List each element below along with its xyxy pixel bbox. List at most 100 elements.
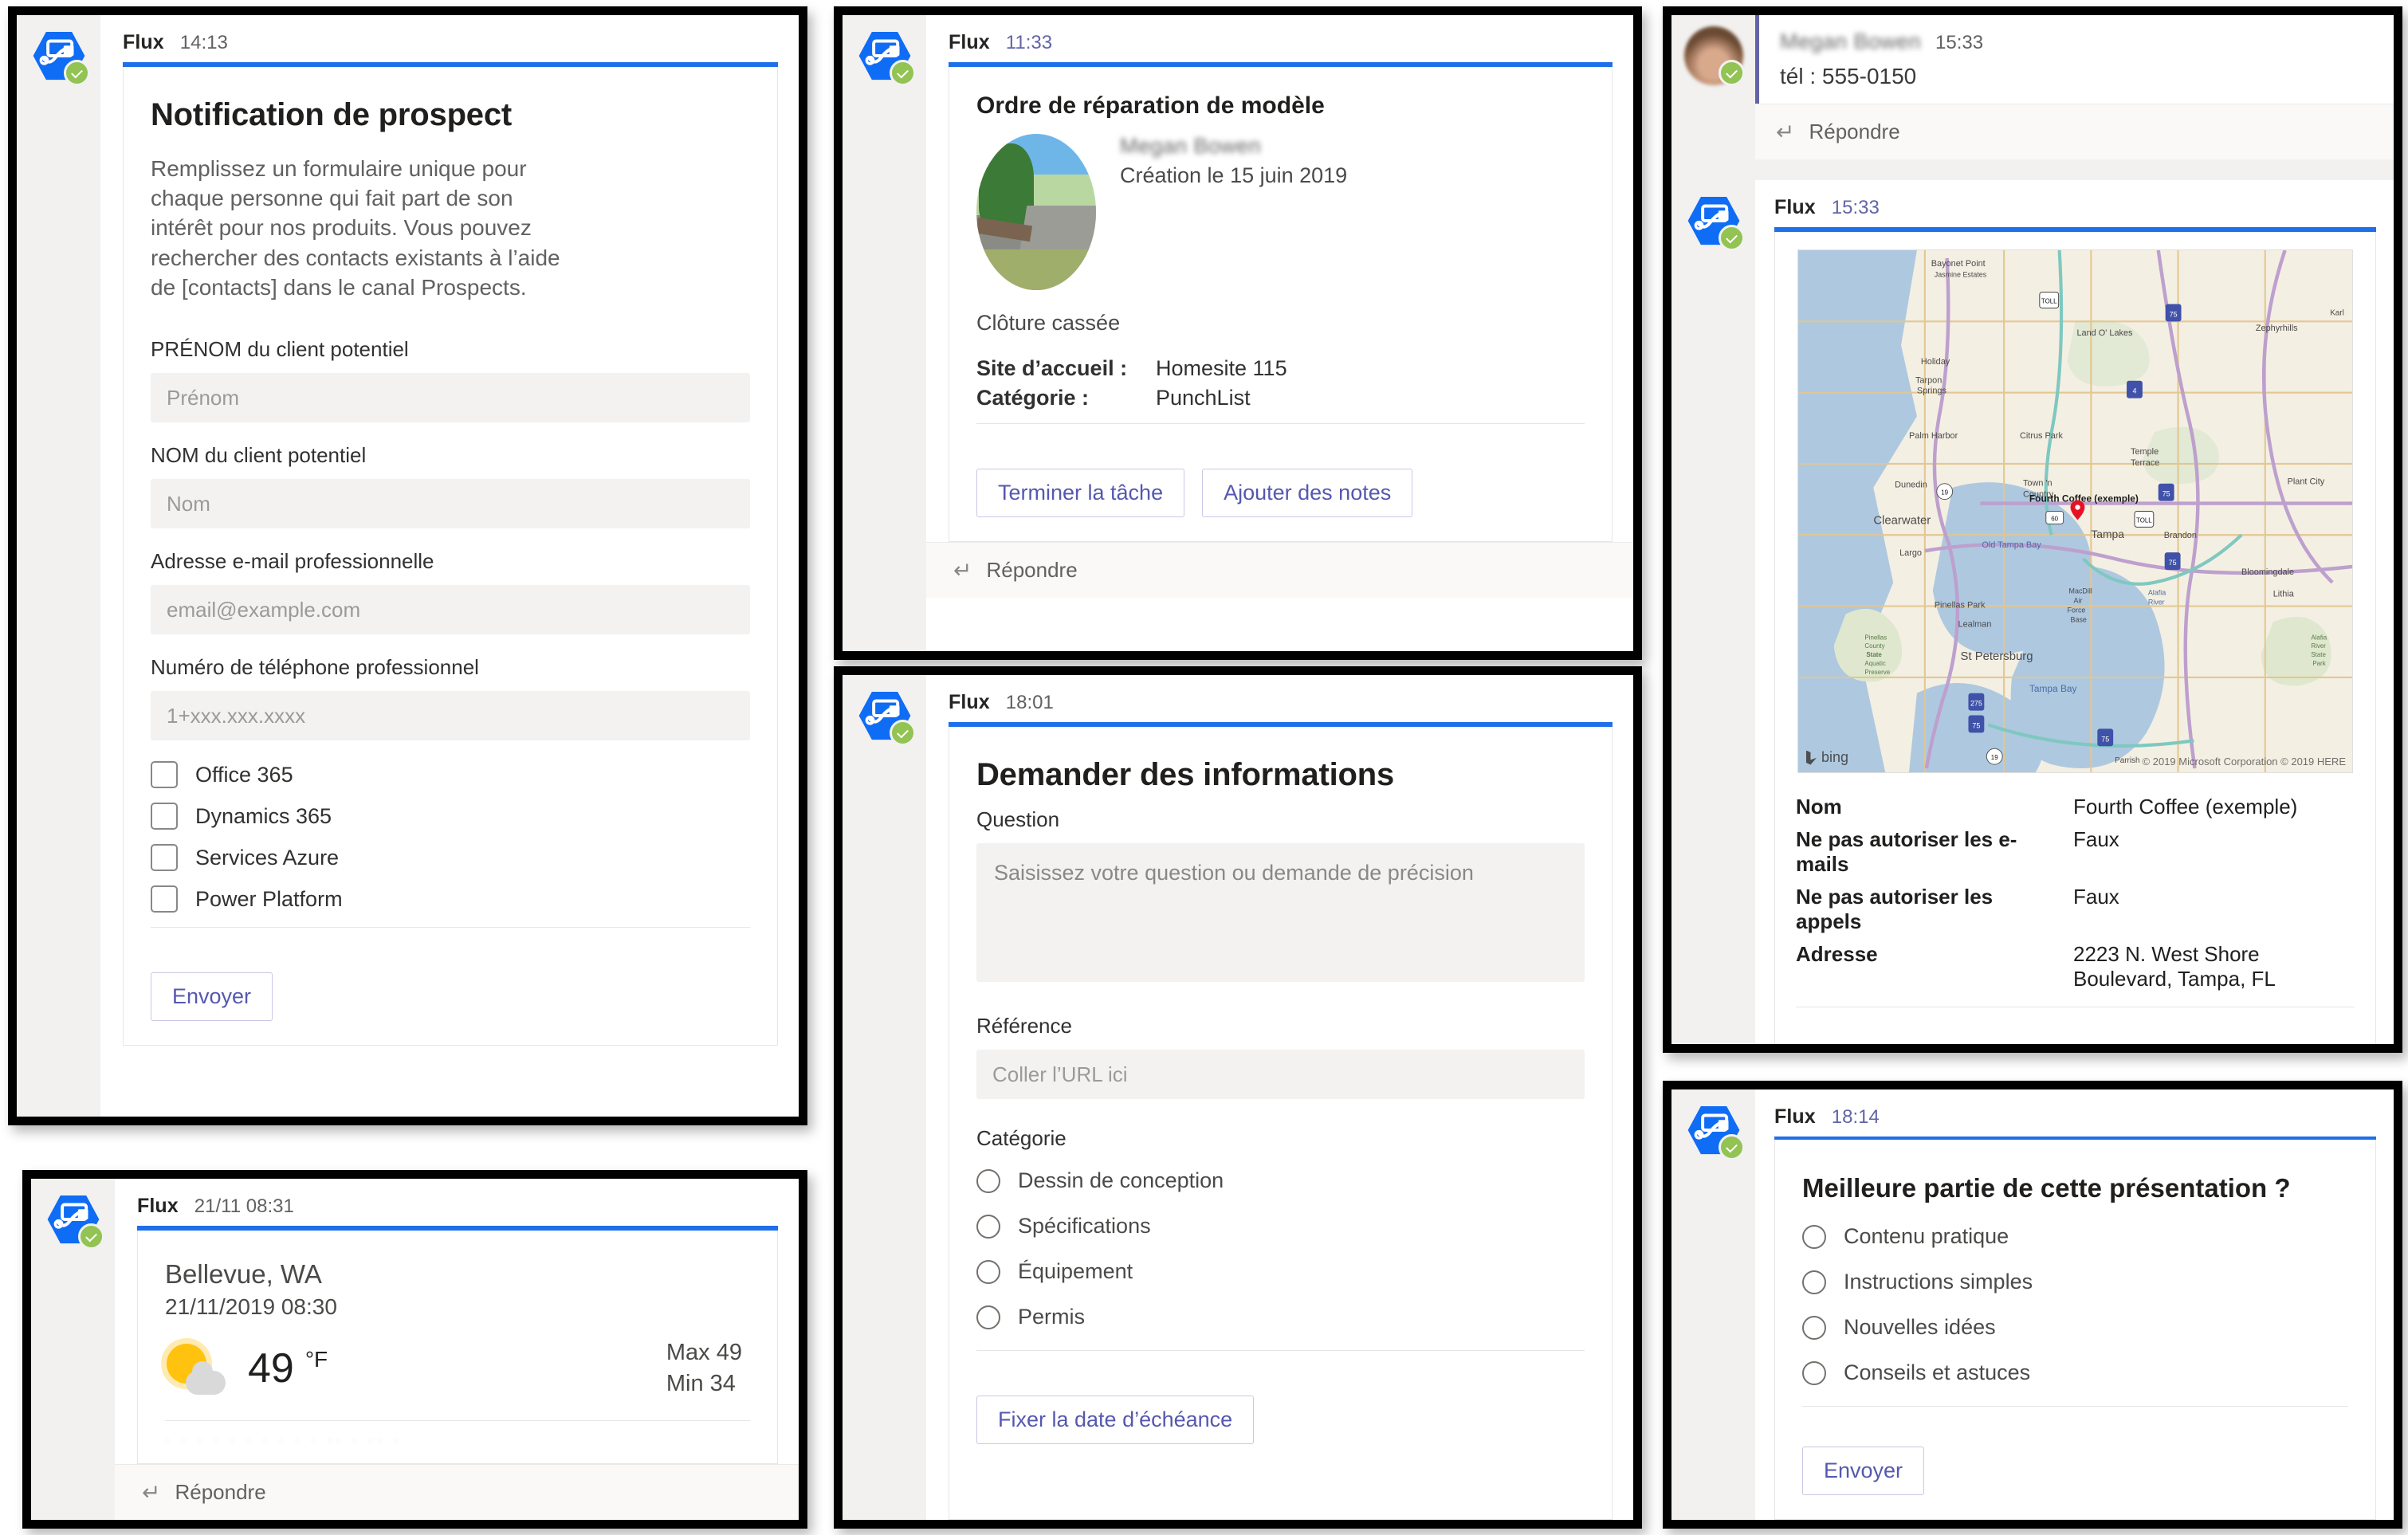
poll-option-new-ideas[interactable]: Nouvelles idées bbox=[1802, 1315, 2348, 1340]
svg-text:75: 75 bbox=[2169, 559, 2177, 567]
svg-text:Town 'n: Town 'n bbox=[2023, 479, 2052, 489]
svg-text:TOLL: TOLL bbox=[2041, 297, 2057, 304]
svg-text:Brandon: Brandon bbox=[2164, 531, 2197, 540]
message-timestamp: 21/11 08:31 bbox=[194, 1195, 294, 1217]
checkbox-office365[interactable]: Office 365 bbox=[151, 761, 750, 789]
svg-text:Tampa: Tampa bbox=[2091, 528, 2124, 540]
message-body: Flux 21/11 08:31 Bellevue, WA 21/11/2019… bbox=[115, 1179, 799, 1520]
reply-arrow-icon: ↵ bbox=[1776, 120, 1795, 144]
phone-input[interactable]: 1+xxx.xxx.xxxx bbox=[151, 691, 750, 741]
svg-text:Temple: Temple bbox=[2131, 447, 2159, 457]
card-description: Remplissez un formulaire unique pour cha… bbox=[151, 156, 560, 300]
radio-icon[interactable] bbox=[976, 1305, 1000, 1329]
poll-option-simple-instructions[interactable]: Instructions simples bbox=[1802, 1270, 2348, 1294]
fact-row: Catégorie : PunchList bbox=[976, 386, 1585, 410]
repair-order-panel: Flux 11:33 Ordre de réparation de modèle… bbox=[834, 6, 1642, 660]
message-timestamp: 15:33 bbox=[1831, 197, 1880, 218]
svg-text:Plant City: Plant City bbox=[2288, 477, 2325, 487]
map-image[interactable]: 75 4 75 75 75 275 75 TOLL TOLL 19 60 19 … bbox=[1797, 249, 2353, 773]
question-textarea[interactable]: Saisissez votre question ou demande de p… bbox=[976, 843, 1585, 982]
svg-text:Palm Harbor: Palm Harbor bbox=[1909, 431, 1958, 441]
checkbox-azure-services[interactable]: Services Azure bbox=[151, 844, 750, 872]
svg-text:River: River bbox=[2311, 642, 2326, 650]
message-timestamp: 18:14 bbox=[1831, 1106, 1880, 1128]
firstname-input[interactable]: Prénom bbox=[151, 373, 750, 423]
table-key: Adresse bbox=[1796, 942, 1878, 966]
message-body: Flux 11:33 Ordre de réparation de modèle… bbox=[926, 15, 1633, 651]
svg-text:Old Tampa Bay: Old Tampa Bay bbox=[1982, 540, 2041, 550]
checkbox-icon[interactable] bbox=[151, 885, 178, 913]
radio-icon[interactable] bbox=[1802, 1224, 1826, 1249]
checkbox-icon[interactable] bbox=[151, 803, 178, 830]
message-gutter bbox=[31, 1179, 115, 1520]
adaptive-card: Ordre de réparation de modèle Megan Bowe… bbox=[949, 67, 1613, 542]
reply-bar[interactable]: ↵ Répondre bbox=[926, 542, 1633, 598]
checkbox-power-platform[interactable]: Power Platform bbox=[151, 885, 750, 913]
radio-icon[interactable] bbox=[976, 1168, 1000, 1193]
svg-text:Pinellas Park: Pinellas Park bbox=[1935, 601, 1986, 610]
set-due-date-button[interactable]: Fixer la date d’échéance bbox=[976, 1396, 1255, 1444]
fact-key: Site d’accueil : bbox=[976, 356, 1128, 380]
radio-icon[interactable] bbox=[1802, 1360, 1826, 1385]
svg-text:Tarpon: Tarpon bbox=[1915, 376, 1942, 386]
fact-key: Catégorie : bbox=[976, 386, 1090, 410]
checkbox-label: Dynamics 365 bbox=[195, 803, 332, 828]
power-automate-flow-icon bbox=[1684, 1101, 1745, 1160]
message-body: Flux 18:01 Demander des informations Que… bbox=[926, 675, 1633, 1520]
quoted-message-row: Megan Bowen 15:33 tél : 555-0150 ↵ Répon… bbox=[1671, 15, 2394, 159]
poll-option-practical-content[interactable]: Contenu pratique bbox=[1802, 1224, 2348, 1249]
author-name: Megan Bowen bbox=[1120, 134, 1262, 158]
card-title: Ordre de réparation de modèle bbox=[976, 92, 1325, 119]
message-row: Flux 18:14 Meilleure partie de cette pré… bbox=[1671, 1089, 2394, 1520]
email-input[interactable]: email@example.com bbox=[151, 585, 750, 635]
radio-design-drawing[interactable]: Dessin de conception bbox=[976, 1168, 1585, 1193]
available-check-icon bbox=[1718, 225, 1745, 251]
checkbox-icon[interactable] bbox=[151, 844, 178, 872]
more-info-button[interactable]: Plus d’infos bbox=[1796, 1044, 1949, 1053]
table-value: Faux bbox=[2073, 827, 2119, 851]
reply-label: Répondre bbox=[175, 1480, 266, 1504]
message-header: Flux 18:01 bbox=[926, 675, 1633, 722]
checkbox-dynamics365[interactable]: Dynamics 365 bbox=[151, 803, 750, 830]
reply-bar[interactable]: ↵ Répondre bbox=[115, 1464, 799, 1520]
radio-permit[interactable]: Permis bbox=[976, 1305, 1585, 1329]
radio-icon[interactable] bbox=[976, 1259, 1000, 1284]
svg-text:Lithia: Lithia bbox=[2273, 590, 2295, 599]
svg-text:Aquatic: Aquatic bbox=[1864, 660, 1886, 667]
reference-input[interactable]: Coller l’URL ici bbox=[976, 1050, 1585, 1099]
reply-bar[interactable]: ↵ Répondre bbox=[1755, 104, 2394, 159]
svg-text:Holiday: Holiday bbox=[1921, 357, 1950, 367]
lastname-input[interactable]: Nom bbox=[151, 479, 750, 529]
message-gutter bbox=[1671, 1089, 1755, 1520]
radio-equipment[interactable]: Équipement bbox=[976, 1259, 1585, 1284]
map-credit: © 2019 Microsoft Corporation © 2019 HERE bbox=[2142, 756, 2346, 768]
complete-task-button[interactable]: Terminer la tâche bbox=[976, 469, 1185, 517]
submit-button[interactable]: Envoyer bbox=[151, 972, 273, 1022]
message-body: Flux 14:13 Notification de prospect Remp… bbox=[100, 15, 799, 1117]
divider bbox=[151, 927, 750, 928]
svg-text:MacDill: MacDill bbox=[2069, 587, 2092, 595]
bing-label: bing bbox=[1821, 749, 1849, 765]
available-check-icon bbox=[889, 720, 916, 746]
svg-text:4: 4 bbox=[2132, 387, 2136, 395]
add-notes-button[interactable]: Ajouter des notes bbox=[1202, 469, 1413, 517]
svg-text:State: State bbox=[2311, 651, 2326, 658]
radio-icon[interactable] bbox=[1802, 1315, 1826, 1340]
svg-text:Bayonet Point: Bayonet Point bbox=[1931, 259, 1986, 269]
radio-icon[interactable] bbox=[1802, 1270, 1826, 1294]
radio-icon[interactable] bbox=[976, 1214, 1000, 1239]
svg-text:State: State bbox=[1866, 651, 1882, 658]
message-row: Flux 14:13 Notification de prospect Remp… bbox=[17, 15, 799, 1117]
submit-button[interactable]: Envoyer bbox=[1802, 1447, 1925, 1495]
divider bbox=[976, 423, 1585, 424]
checkbox-icon[interactable] bbox=[151, 761, 178, 789]
quoted-message: Megan Bowen 15:33 tél : 555-0150 bbox=[1755, 15, 2394, 104]
radio-label: Équipement bbox=[1018, 1259, 1133, 1283]
svg-text:Zephyrhills: Zephyrhills bbox=[2256, 324, 2298, 333]
power-automate-flow-icon bbox=[44, 1190, 104, 1250]
app-name: Flux bbox=[1774, 196, 1816, 218]
poll-option-tips-and-tricks[interactable]: Conseils et astuces bbox=[1802, 1360, 2348, 1385]
message-row: Flux 21/11 08:31 Bellevue, WA 21/11/2019… bbox=[31, 1179, 799, 1520]
svg-text:Clearwater: Clearwater bbox=[1873, 514, 1931, 527]
radio-specifications[interactable]: Spécifications bbox=[976, 1214, 1585, 1239]
